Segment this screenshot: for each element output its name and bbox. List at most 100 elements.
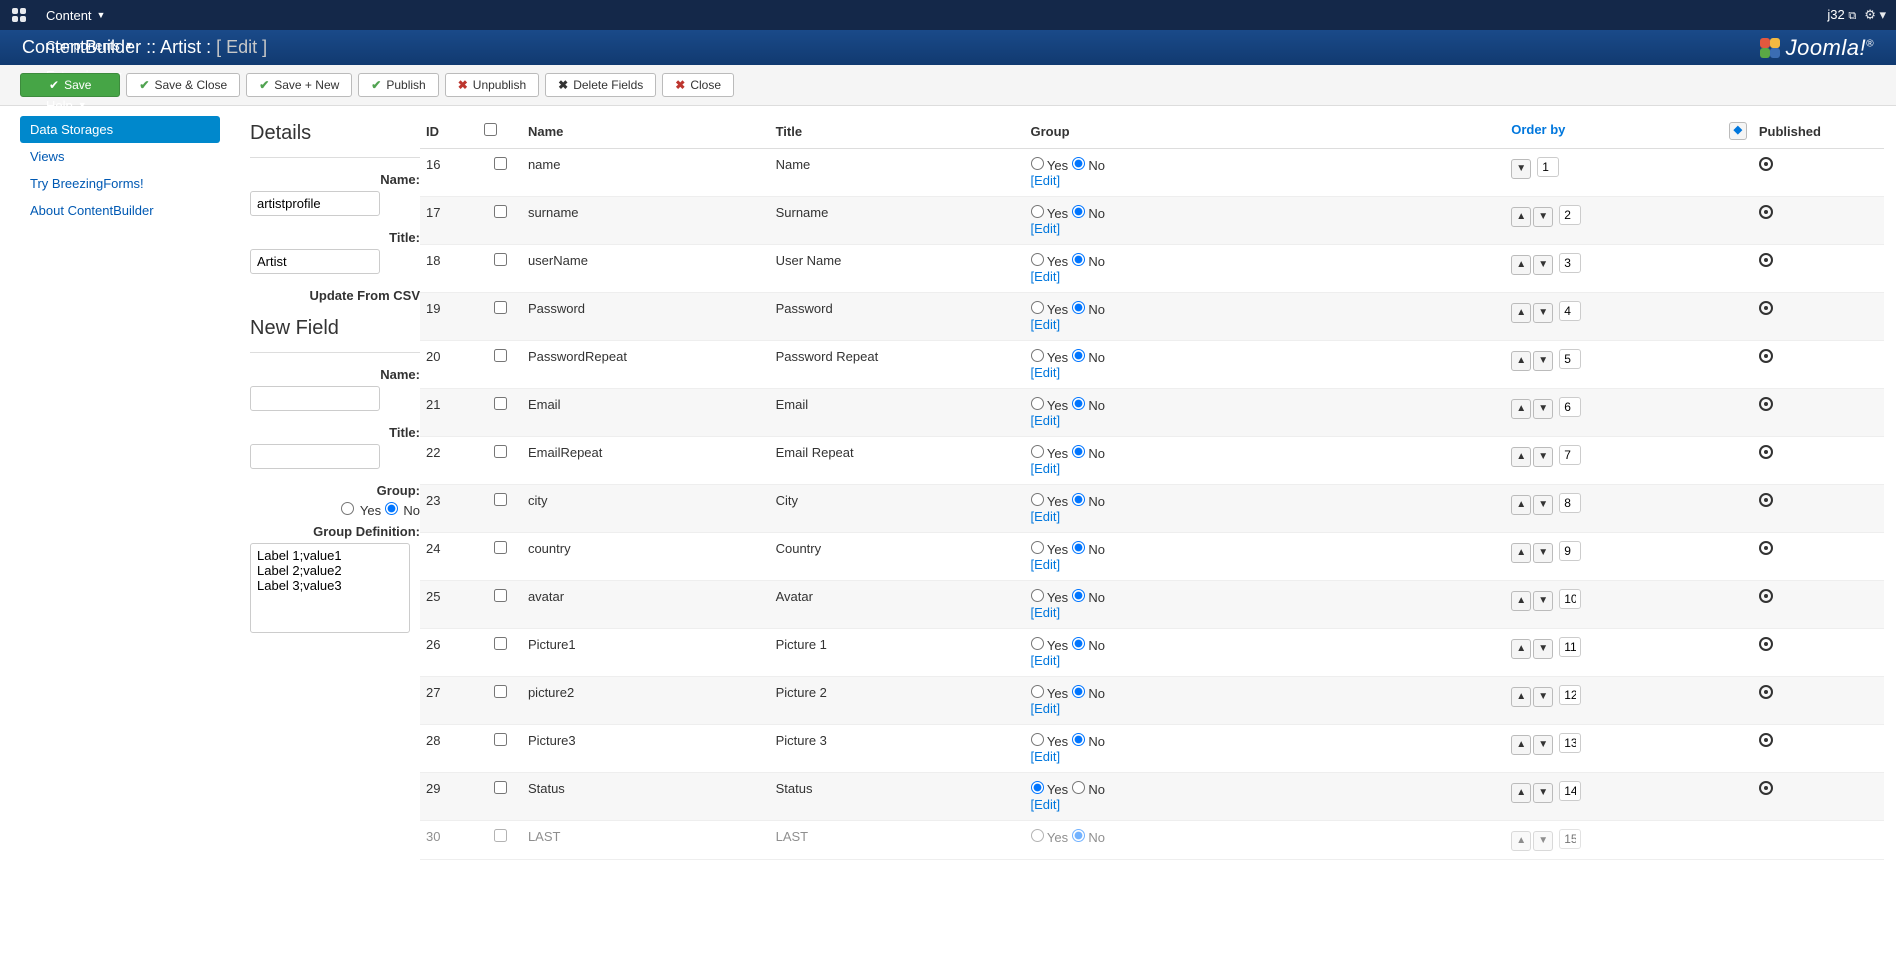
save-new-button[interactable]: ✔Save + New [246,73,352,97]
row-group-yes-radio[interactable] [1031,157,1044,170]
published-icon[interactable] [1759,397,1773,411]
row-group-yes-radio[interactable] [1031,301,1044,314]
title-input[interactable] [250,249,380,274]
order-input[interactable] [1559,397,1581,417]
order-down-button[interactable]: ▼ [1511,159,1531,179]
order-input[interactable] [1559,733,1581,753]
order-up-button[interactable]: ▲ [1511,591,1531,611]
published-icon[interactable] [1759,157,1773,171]
row-group-yes-radio[interactable] [1031,541,1044,554]
user-menu[interactable]: j32 ⧉ [1827,7,1856,23]
order-down-button[interactable]: ▼ [1533,447,1553,467]
row-checkbox[interactable] [494,829,507,842]
unpublish-button[interactable]: ✖Unpublish [445,73,539,97]
order-up-button[interactable]: ▲ [1511,303,1531,323]
row-group-yes-radio[interactable] [1031,589,1044,602]
sidebar-item[interactable]: About ContentBuilder [20,197,220,224]
order-up-button[interactable]: ▲ [1511,783,1531,803]
row-group-yes-radio[interactable] [1031,733,1044,746]
row-group-yes-radio[interactable] [1031,685,1044,698]
published-icon[interactable] [1759,589,1773,603]
order-down-button[interactable]: ▼ [1533,495,1553,515]
row-checkbox[interactable] [494,445,507,458]
group-no-radio[interactable] [385,502,398,515]
row-group-no-radio[interactable] [1072,541,1085,554]
row-edit-link[interactable]: [Edit] [1031,365,1061,380]
row-group-yes-radio[interactable] [1031,445,1044,458]
order-up-button[interactable]: ▲ [1511,495,1531,515]
nav-content[interactable]: Content ▼ [36,0,144,30]
order-down-button[interactable]: ▼ [1533,255,1553,275]
order-up-button[interactable]: ▲ [1511,735,1531,755]
order-up-button[interactable]: ▲ [1511,639,1531,659]
order-up-button[interactable]: ▲ [1511,687,1531,707]
order-input[interactable] [1559,685,1581,705]
close-button[interactable]: ✖Close [662,73,734,97]
row-edit-link[interactable]: [Edit] [1031,605,1061,620]
row-checkbox[interactable] [494,157,507,170]
order-down-button[interactable]: ▼ [1533,543,1553,563]
row-group-no-radio[interactable] [1072,349,1085,362]
order-down-button[interactable]: ▼ [1533,639,1553,659]
order-input[interactable] [1559,253,1581,273]
group-def-textarea[interactable] [250,543,410,633]
row-group-yes-radio[interactable] [1031,493,1044,506]
row-checkbox[interactable] [494,589,507,602]
published-icon[interactable] [1759,301,1773,315]
row-edit-link[interactable]: [Edit] [1031,317,1061,332]
publish-button[interactable]: ✔Publish [358,73,438,97]
save-order-button[interactable]: ◆ [1729,122,1747,140]
order-input[interactable] [1537,157,1559,177]
row-group-no-radio[interactable] [1072,637,1085,650]
joomla-icon[interactable] [10,6,28,24]
row-group-yes-radio[interactable] [1031,205,1044,218]
order-down-button[interactable]: ▼ [1533,831,1553,851]
row-edit-link[interactable]: [Edit] [1031,557,1061,572]
order-input[interactable] [1559,301,1581,321]
sidebar-item[interactable]: Views [20,143,220,170]
order-up-button[interactable]: ▲ [1511,351,1531,371]
order-input[interactable] [1559,541,1581,561]
sidebar-item[interactable]: Data Storages [20,116,220,143]
row-edit-link[interactable]: [Edit] [1031,461,1061,476]
row-group-no-radio[interactable] [1072,733,1085,746]
order-up-button[interactable]: ▲ [1511,255,1531,275]
row-group-no-radio[interactable] [1072,589,1085,602]
row-group-no-radio[interactable] [1072,685,1085,698]
published-icon[interactable] [1759,349,1773,363]
row-group-no-radio[interactable] [1072,157,1085,170]
order-input[interactable] [1559,445,1581,465]
row-edit-link[interactable]: [Edit] [1031,749,1061,764]
order-down-button[interactable]: ▼ [1533,351,1553,371]
order-down-button[interactable]: ▼ [1533,783,1553,803]
order-input[interactable] [1559,589,1581,609]
row-group-yes-radio[interactable] [1031,637,1044,650]
published-icon[interactable] [1759,733,1773,747]
order-down-button[interactable]: ▼ [1533,591,1553,611]
published-icon[interactable] [1759,205,1773,219]
row-group-no-radio[interactable] [1072,253,1085,266]
joomla-logo[interactable]: Joomla!® [1760,35,1874,61]
row-group-no-radio[interactable] [1072,397,1085,410]
published-icon[interactable] [1759,541,1773,555]
order-down-button[interactable]: ▼ [1533,735,1553,755]
order-up-button[interactable]: ▲ [1511,831,1531,851]
order-down-button[interactable]: ▼ [1533,207,1553,227]
order-input[interactable] [1559,637,1581,657]
row-checkbox[interactable] [494,205,507,218]
order-up-button[interactable]: ▲ [1511,399,1531,419]
row-edit-link[interactable]: [Edit] [1031,413,1061,428]
order-down-button[interactable]: ▼ [1533,303,1553,323]
row-group-no-radio[interactable] [1072,781,1085,794]
row-edit-link[interactable]: [Edit] [1031,509,1061,524]
row-group-yes-radio[interactable] [1031,349,1044,362]
save-close-button[interactable]: ✔Save & Close [126,73,240,97]
newfield-title-input[interactable] [250,444,380,469]
order-up-button[interactable]: ▲ [1511,207,1531,227]
order-up-button[interactable]: ▲ [1511,447,1531,467]
name-input[interactable] [250,191,380,216]
row-checkbox[interactable] [494,301,507,314]
published-icon[interactable] [1759,685,1773,699]
order-up-button[interactable]: ▲ [1511,543,1531,563]
row-group-no-radio[interactable] [1072,445,1085,458]
